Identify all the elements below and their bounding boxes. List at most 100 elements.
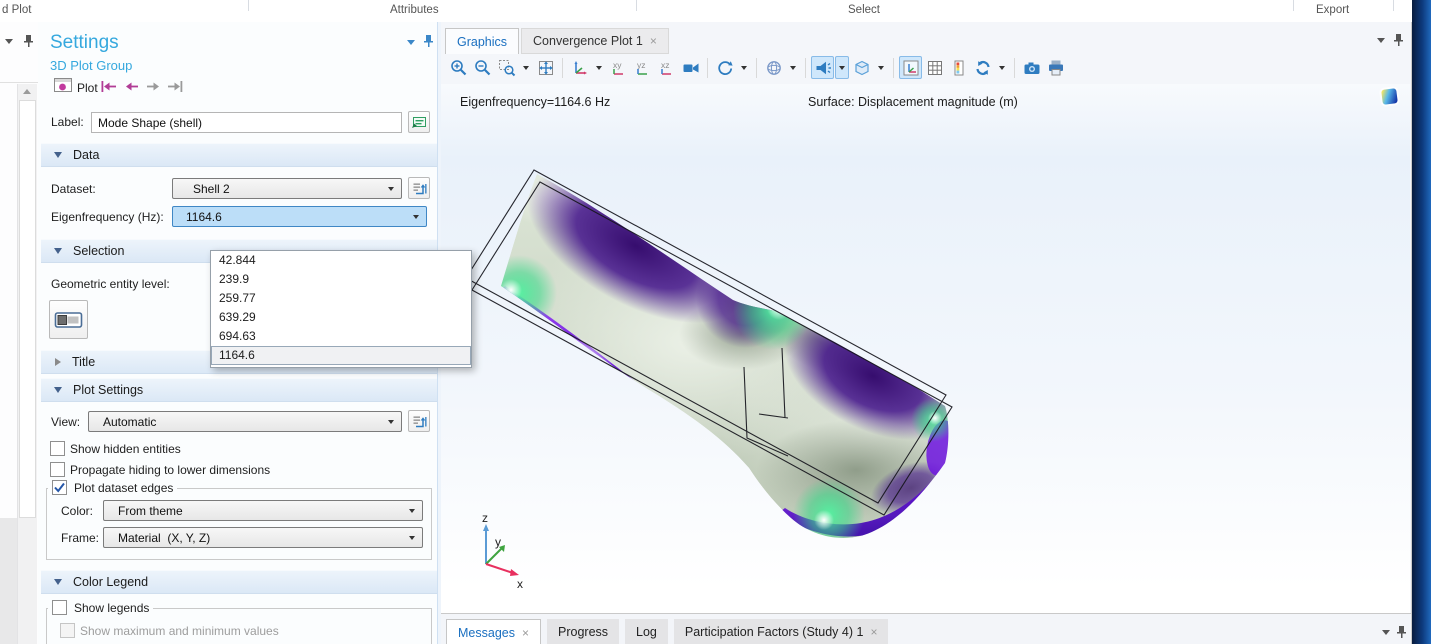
scene-light-dropdown[interactable]	[835, 56, 849, 79]
settings-panel: Settings 3D Plot Group Plot Label: Data …	[38, 22, 437, 644]
tab-convergence-plot[interactable]: Convergence Plot 1 ×	[521, 28, 669, 54]
color-legend-button[interactable]	[947, 56, 970, 79]
show-legends-row[interactable]: Show legends	[48, 600, 153, 615]
tab-graphics[interactable]: Graphics	[445, 28, 519, 54]
view-xy-button[interactable]: xy	[607, 56, 630, 79]
section-header-data[interactable]: Data	[41, 143, 437, 167]
default-view-dropdown[interactable]	[592, 56, 606, 79]
default-view-button[interactable]	[568, 56, 591, 79]
scene-light-button[interactable]	[811, 56, 834, 79]
go-to-source-button[interactable]	[408, 410, 430, 432]
tab-participation-factors[interactable]: Participation Factors (Study 4) 1 ×	[674, 619, 889, 644]
globe-icon	[765, 59, 783, 77]
svg-text:yz: yz	[637, 60, 646, 70]
print-button[interactable]	[1044, 56, 1067, 79]
panel-menu-icon[interactable]	[407, 40, 415, 45]
dataset-combobox[interactable]: Shell 2	[172, 178, 402, 199]
panel-menu-icon[interactable]	[5, 39, 13, 44]
snapshot-button[interactable]	[1020, 56, 1043, 79]
printer-icon	[1047, 59, 1065, 77]
zoom-box-icon	[498, 59, 516, 77]
pin-icon[interactable]	[423, 34, 434, 48]
show-maxmin-label: Show maximum and minimum values	[80, 624, 279, 638]
view-label: View:	[51, 415, 80, 429]
rotate-button[interactable]	[713, 56, 736, 79]
rename-button[interactable]	[408, 111, 430, 133]
label-input[interactable]	[91, 112, 402, 133]
ribbon-separator	[636, 0, 637, 11]
collapse-icon	[54, 579, 62, 585]
plot-area[interactable]: Eigenfrequency=1164.6 Hz Surface: Displa…	[441, 84, 1410, 614]
tab-log[interactable]: Log	[625, 619, 668, 644]
environment-dropdown[interactable]	[786, 56, 800, 79]
zoom-out-button[interactable]	[471, 56, 494, 79]
tab-messages[interactable]: Messages ×	[446, 619, 541, 644]
close-icon[interactable]: ×	[522, 626, 529, 640]
zoom-extents-button[interactable]	[534, 56, 557, 79]
tab-progress[interactable]: Progress	[547, 619, 619, 644]
frame-combobox[interactable]: Material (X, Y, Z)	[103, 527, 423, 548]
panel-menu-icon[interactable]	[1382, 630, 1390, 635]
go-to-source-button[interactable]	[408, 177, 430, 199]
axis-orientation-indicator: z y x	[482, 511, 523, 591]
section-header-plot-settings[interactable]: Plot Settings	[41, 378, 437, 402]
transparency-button[interactable]	[850, 56, 873, 79]
comsol-window: d Plot Attributes Select Export Settings…	[0, 0, 1431, 644]
view-combobox[interactable]: Automatic	[88, 411, 402, 432]
desktop-edge	[1412, 0, 1431, 644]
model-builder-edge-strip	[0, 22, 38, 644]
eigenfrequency-option[interactable]: 694.63	[211, 327, 471, 346]
active-selection-toggle-button[interactable]	[49, 300, 88, 339]
close-icon[interactable]: ×	[870, 625, 877, 639]
player-button[interactable]	[679, 56, 702, 79]
show-legends-checkbox[interactable]	[52, 600, 67, 615]
view-yz-button[interactable]: yz	[631, 56, 654, 79]
plot-dataset-edges-checkbox[interactable]	[52, 480, 67, 495]
panel-menu-icon[interactable]	[1377, 38, 1385, 43]
pin-icon[interactable]	[1393, 33, 1404, 47]
eigenfrequency-option[interactable]: 639.29	[211, 308, 471, 327]
transparency-dropdown[interactable]	[874, 56, 888, 79]
last-mode-button[interactable]	[167, 80, 184, 93]
plot-dataset-edges-row[interactable]: Plot dataset edges	[48, 480, 177, 495]
color-combobox[interactable]: From theme	[103, 500, 423, 521]
first-mode-button[interactable]	[100, 80, 117, 93]
toolbar-separator	[893, 58, 894, 78]
section-header-color-legend[interactable]: Color Legend	[41, 570, 437, 594]
refresh-dropdown[interactable]	[995, 56, 1009, 79]
plot-dataset-edges-label: Plot dataset edges	[74, 481, 173, 495]
dropdown-arrow-icon	[413, 215, 419, 219]
eigenfrequency-option[interactable]: 42.844	[211, 251, 471, 270]
camera-icon	[1023, 59, 1041, 77]
environment-button[interactable]	[762, 56, 785, 79]
eigenfrequency-combobox[interactable]: 1164.6	[172, 206, 427, 227]
show-hidden-entities-checkbox[interactable]	[50, 441, 65, 456]
zoom-box-dropdown[interactable]	[519, 56, 533, 79]
eigenfrequency-option-selected[interactable]: 1164.6	[211, 346, 471, 365]
zoom-in-button[interactable]	[447, 56, 470, 79]
eigenfrequency-label: Eigenfrequency (Hz):	[51, 210, 164, 224]
pin-icon[interactable]	[23, 34, 34, 48]
scrollbar-up-icon[interactable]	[23, 89, 31, 94]
rename-icon	[411, 115, 427, 129]
dropdown-arrow-icon	[741, 66, 747, 70]
next-mode-button[interactable]	[146, 80, 163, 93]
zoom-box-button[interactable]	[495, 56, 518, 79]
eigenfrequency-option[interactable]: 259.77	[211, 289, 471, 308]
eigenfrequency-option[interactable]: 239.9	[211, 270, 471, 289]
view-xz-button[interactable]: xz	[655, 56, 678, 79]
settings-title: Settings	[50, 32, 119, 54]
rotate-dropdown[interactable]	[737, 56, 751, 79]
show-maxmin-checkbox	[60, 623, 75, 638]
scrollbar-track[interactable]	[17, 84, 37, 644]
propagate-hiding-checkbox[interactable]	[50, 462, 65, 477]
orientation-indicator-button[interactable]	[899, 56, 922, 79]
grid-button[interactable]	[923, 56, 946, 79]
scrollbar-thumb[interactable]	[19, 100, 36, 518]
refresh-button[interactable]	[971, 56, 994, 79]
close-icon[interactable]: ×	[650, 34, 657, 48]
plot-button[interactable]: Plot	[77, 81, 98, 95]
pin-icon[interactable]	[1396, 625, 1407, 639]
plot-dataset-edges-group	[46, 488, 432, 560]
previous-mode-button[interactable]	[122, 80, 139, 93]
